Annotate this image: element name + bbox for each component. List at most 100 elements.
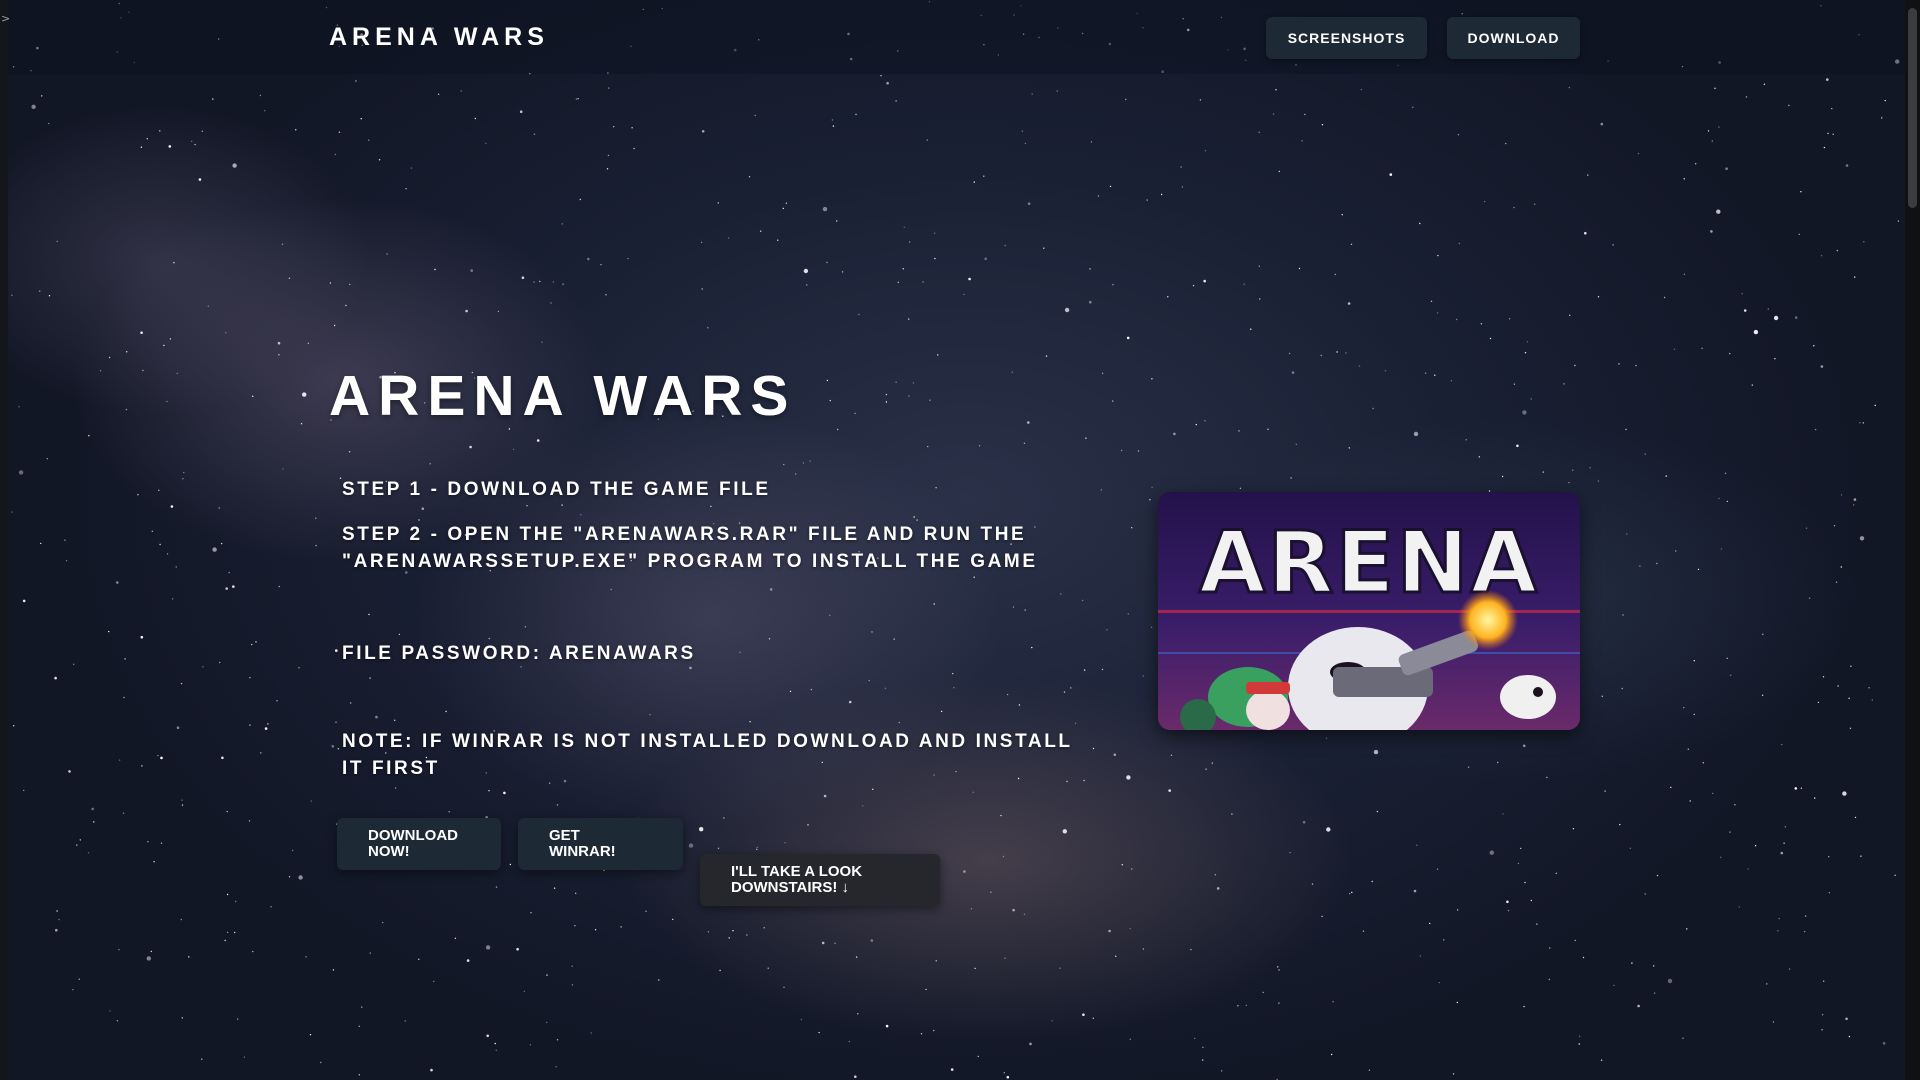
star	[448, 811, 450, 813]
star	[841, 271, 844, 273]
star	[1443, 939, 1445, 941]
star	[122, 812, 125, 814]
star	[225, 587, 228, 590]
star	[291, 849, 294, 852]
star	[255, 641, 257, 643]
brand-logo-text[interactable]: ARENA WARS	[329, 23, 549, 52]
star	[868, 679, 870, 682]
star	[1085, 437, 1087, 439]
star	[1006, 1075, 1010, 1079]
star	[767, 967, 769, 969]
star	[73, 663, 75, 665]
star	[181, 1017, 183, 1019]
download-nav-button[interactable]: DOWNLOAD	[1447, 17, 1580, 59]
star	[1689, 800, 1691, 802]
star	[524, 626, 526, 628]
star	[1635, 364, 1637, 367]
star	[1848, 1035, 1851, 1038]
star	[486, 1034, 490, 1038]
star	[1631, 962, 1633, 964]
star	[1868, 687, 1870, 689]
star	[358, 1074, 361, 1076]
star	[1456, 1001, 1459, 1004]
star	[173, 262, 175, 264]
star	[717, 847, 720, 849]
star	[201, 130, 203, 132]
star	[541, 341, 543, 343]
star	[1216, 887, 1220, 890]
game-cover-image: ARENA	[1158, 492, 1580, 730]
step-1-text: STEP 1 - DOWNLOAD THE GAME FILE	[342, 479, 771, 500]
star	[234, 931, 236, 934]
star	[909, 241, 911, 243]
get-winrar-button[interactable]: GET WINRAR!	[518, 818, 683, 870]
star	[1109, 185, 1112, 188]
star	[1332, 1001, 1334, 1003]
star	[1827, 132, 1829, 135]
star	[298, 667, 300, 669]
star	[1090, 141, 1093, 143]
star	[123, 696, 125, 699]
star	[116, 581, 119, 584]
star	[1505, 142, 1507, 145]
star	[1675, 550, 1677, 552]
star	[1754, 845, 1757, 847]
star	[332, 969, 335, 971]
star	[857, 1013, 859, 1015]
star	[1108, 929, 1111, 933]
star	[116, 1020, 119, 1022]
star	[748, 176, 751, 178]
screenshots-button[interactable]: SCREENSHOTS	[1266, 17, 1427, 59]
star	[1106, 629, 1108, 631]
star	[350, 702, 352, 704]
star	[783, 463, 785, 466]
star	[898, 721, 900, 724]
star	[1574, 939, 1576, 942]
star	[1125, 98, 1127, 101]
star	[760, 230, 762, 232]
star	[1804, 915, 1807, 917]
star	[1278, 1002, 1280, 1004]
star	[800, 1018, 802, 1021]
star	[1004, 244, 1006, 247]
star	[587, 257, 590, 261]
star	[368, 139, 370, 141]
star	[1683, 273, 1686, 275]
star	[977, 1055, 979, 1058]
star	[157, 754, 159, 757]
star	[1863, 241, 1865, 243]
star	[182, 478, 184, 480]
star	[218, 507, 220, 509]
star	[1113, 753, 1117, 756]
vertical-scrollbar[interactable]	[1905, 0, 1920, 1080]
star	[1325, 737, 1328, 739]
star	[108, 630, 110, 633]
expand-caret-icon[interactable]: >	[1, 12, 10, 25]
star	[1524, 881, 1526, 884]
star	[1767, 308, 1770, 310]
star	[837, 428, 839, 431]
star	[169, 338, 172, 340]
star	[437, 93, 440, 96]
star	[11, 294, 13, 296]
star	[1258, 131, 1260, 133]
star	[1813, 345, 1815, 347]
star	[1089, 300, 1092, 304]
star	[1833, 525, 1836, 527]
star	[579, 198, 581, 201]
star	[732, 930, 734, 932]
star	[1625, 428, 1627, 431]
star	[337, 748, 339, 750]
star	[315, 544, 317, 547]
star	[1416, 844, 1418, 846]
download-now-button[interactable]: DOWNLOAD NOW!	[337, 818, 501, 870]
star	[1121, 864, 1124, 866]
star	[91, 807, 94, 811]
star	[717, 202, 719, 204]
star	[198, 178, 202, 181]
scrollbar-thumb[interactable]	[1908, 8, 1917, 208]
star	[124, 658, 126, 660]
star	[1854, 816, 1857, 819]
look-downstairs-button[interactable]: I'LL TAKE A LOOK DOWNSTAIRS! ↓	[700, 854, 940, 906]
star	[834, 942, 836, 944]
